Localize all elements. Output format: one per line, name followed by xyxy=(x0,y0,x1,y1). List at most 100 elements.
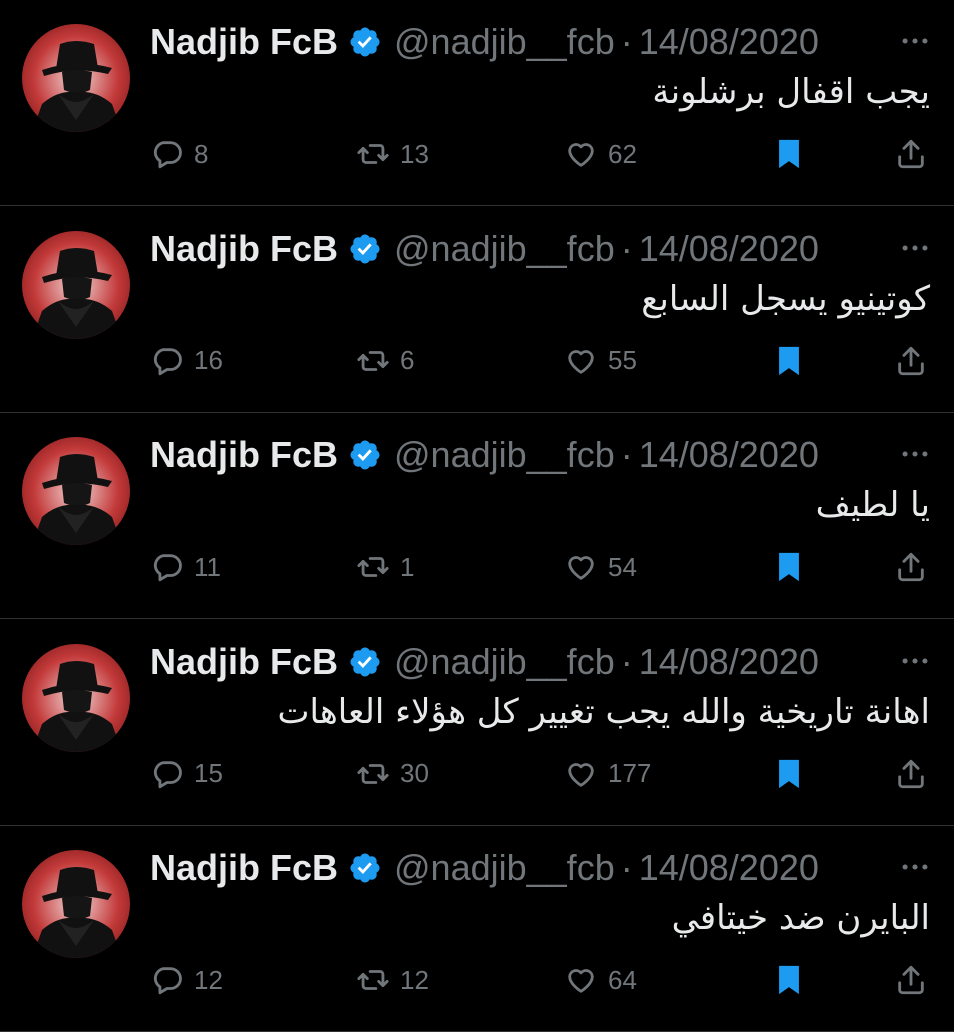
action-bar: 11 1 54 xyxy=(0,545,954,589)
more-dots-icon[interactable] xyxy=(898,437,932,471)
verified-badge-icon xyxy=(350,440,380,470)
like-button[interactable]: 55 xyxy=(564,339,637,383)
like-count: 54 xyxy=(608,551,637,582)
detective-silhouette-icon xyxy=(32,41,122,132)
retweet-button[interactable]: 13 xyxy=(356,132,429,176)
more-dots-icon[interactable] xyxy=(898,24,932,58)
tweet-header: Nadjib FcB @nadjib__fcb · 14/08/2020 xyxy=(150,433,819,477)
avatar[interactable] xyxy=(22,24,130,132)
handle[interactable]: @nadjib__fcb xyxy=(394,847,615,889)
verified-badge-icon xyxy=(350,646,380,677)
reply-button[interactable]: 11 xyxy=(150,545,221,589)
tweet-text: كوتينيو يسجل السابع xyxy=(641,278,930,319)
detective-silhouette-icon xyxy=(32,247,122,339)
like-count: 55 xyxy=(608,345,637,375)
bookmark-filled-icon xyxy=(779,139,799,169)
display-name[interactable]: Nadjib FcB xyxy=(150,21,338,63)
retweet-count: 13 xyxy=(400,138,429,169)
bookmark-button[interactable] xyxy=(772,339,806,383)
share-icon xyxy=(898,965,924,995)
share-icon xyxy=(898,346,924,375)
speech-bubble-icon xyxy=(153,967,182,995)
timestamp[interactable]: 14/08/2020 xyxy=(639,21,819,63)
action-bar: 8 13 62 xyxy=(0,132,954,176)
bookmark-button[interactable] xyxy=(772,132,806,176)
share-icon xyxy=(898,139,924,169)
tweet[interactable]: Nadjib FcB @nadjib__fcb · 14/08/2020 يا … xyxy=(0,413,954,619)
speech-bubble-icon xyxy=(153,554,182,582)
tweet[interactable]: Nadjib FcB @nadjib__fcb · 14/08/2020 كوت… xyxy=(0,207,954,413)
retweet-icon xyxy=(357,763,389,784)
separator-dot: · xyxy=(620,640,633,682)
handle[interactable]: @nadjib__fcb xyxy=(394,434,615,476)
reply-count: 16 xyxy=(194,345,223,375)
avatar[interactable] xyxy=(22,437,130,545)
retweet-button[interactable]: 6 xyxy=(356,339,414,383)
more-dots-icon[interactable] xyxy=(898,644,932,678)
bookmark-button[interactable] xyxy=(772,752,806,796)
avatar[interactable] xyxy=(22,230,130,339)
verified-badge-icon xyxy=(350,233,380,264)
reply-count: 15 xyxy=(194,758,223,788)
heart-icon xyxy=(568,969,594,993)
reply-button[interactable]: 16 xyxy=(150,339,223,383)
share-button[interactable] xyxy=(894,339,928,383)
share-button[interactable] xyxy=(894,132,928,176)
bookmark-button[interactable] xyxy=(772,545,806,589)
like-button[interactable]: 64 xyxy=(564,958,637,1002)
handle[interactable]: @nadjib__fcb xyxy=(394,641,615,683)
reply-button[interactable]: 12 xyxy=(150,958,223,1002)
more-dots-icon[interactable] xyxy=(898,850,932,884)
like-count: 177 xyxy=(608,758,652,788)
separator-dot: · xyxy=(620,847,633,888)
timestamp[interactable]: 14/08/2020 xyxy=(639,434,819,476)
tweet-text: يا لطيف xyxy=(815,485,930,525)
retweet-button[interactable]: 1 xyxy=(356,545,414,589)
detective-silhouette-icon xyxy=(32,454,122,545)
retweet-count: 12 xyxy=(400,964,429,995)
like-button[interactable]: 177 xyxy=(564,752,651,796)
heart-icon xyxy=(568,143,594,167)
avatar[interactable] xyxy=(22,850,130,958)
retweet-button[interactable]: 30 xyxy=(356,752,429,796)
share-button[interactable] xyxy=(894,958,928,1002)
tweet-text: يجب اقفال برشلونة xyxy=(652,72,930,112)
reply-count: 11 xyxy=(194,551,221,582)
timestamp[interactable]: 14/08/2020 xyxy=(639,228,819,270)
tweet-header: Nadjib FcB @nadjib__fcb · 14/08/2020 xyxy=(150,846,819,890)
timestamp[interactable]: 14/08/2020 xyxy=(639,847,819,889)
tweet-header: Nadjib FcB @nadjib__fcb · 14/08/2020 xyxy=(150,640,819,684)
handle[interactable]: @nadjib__fcb xyxy=(394,228,615,270)
tweet[interactable]: Nadjib FcB @nadjib__fcb · 14/08/2020 الب… xyxy=(0,826,954,1032)
like-button[interactable]: 62 xyxy=(564,132,637,176)
bookmark-button[interactable] xyxy=(772,958,806,1002)
tweet[interactable]: Nadjib FcB @nadjib__fcb · 14/08/2020 اها… xyxy=(0,620,954,826)
display-name[interactable]: Nadjib FcB xyxy=(150,847,338,889)
reply-button[interactable]: 15 xyxy=(150,752,223,796)
separator-dot: · xyxy=(620,21,633,62)
more-dots-icon[interactable] xyxy=(898,231,932,265)
display-name[interactable]: Nadjib FcB xyxy=(150,641,338,683)
action-bar: 12 12 64 xyxy=(0,958,954,1002)
display-name[interactable]: Nadjib FcB xyxy=(150,434,338,476)
separator-dot: · xyxy=(620,434,633,475)
handle[interactable]: @nadjib__fcb xyxy=(394,21,615,63)
tweet-header: Nadjib FcB @nadjib__fcb · 14/08/2020 xyxy=(150,20,819,64)
reply-button[interactable]: 8 xyxy=(150,132,208,176)
like-button[interactable]: 54 xyxy=(564,545,637,589)
tweet[interactable]: Nadjib FcB @nadjib__fcb · 14/08/2020 يجب… xyxy=(0,0,954,206)
speech-bubble-icon xyxy=(153,760,182,788)
like-count: 62 xyxy=(608,138,637,169)
action-bar: 15 30 177 xyxy=(0,752,954,796)
tweet-text: اهانة تاريخية والله يجب تغيير كل هؤلاء ا… xyxy=(277,691,930,732)
display-name[interactable]: Nadjib FcB xyxy=(150,228,338,270)
share-button[interactable] xyxy=(894,752,928,796)
heart-icon xyxy=(568,349,594,374)
share-icon xyxy=(898,552,924,582)
share-button[interactable] xyxy=(894,545,928,589)
retweet-button[interactable]: 12 xyxy=(356,958,429,1002)
avatar[interactable] xyxy=(22,643,130,752)
heart-icon xyxy=(568,762,594,787)
action-bar: 16 6 55 xyxy=(0,339,954,383)
timestamp[interactable]: 14/08/2020 xyxy=(639,641,819,683)
